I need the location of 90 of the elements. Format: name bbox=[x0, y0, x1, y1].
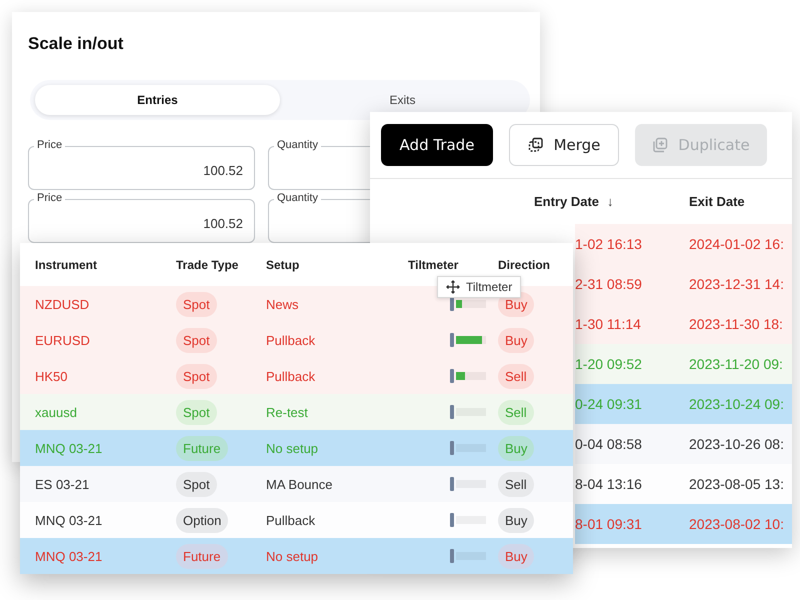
sort-arrow: ↓ bbox=[607, 194, 614, 209]
field-label: Quantity bbox=[274, 192, 321, 204]
table-cell-text: HK50 bbox=[35, 368, 69, 384]
table-row[interactable]: 1-30 11:14 2023-11-30 18: bbox=[575, 304, 792, 344]
direction-tag: Buy bbox=[498, 544, 534, 568]
table-cell-text: 2023-08-02 10: bbox=[689, 516, 785, 532]
column-header: Setup bbox=[266, 258, 300, 272]
table-row[interactable]: HK50 Spot Pullback Sell bbox=[20, 358, 573, 394]
table-row[interactable]: 2-31 08:59 2023-12-31 14: bbox=[575, 264, 792, 304]
add-trade-button[interactable]: Add Trade bbox=[381, 124, 493, 166]
table-cell-text: ES 03-21 bbox=[35, 476, 90, 492]
trade-type-tag: Spot bbox=[176, 364, 217, 388]
trade-type-tag: Spot bbox=[176, 292, 217, 316]
table-cell-text: 2-31 08:59 bbox=[575, 276, 643, 292]
move-icon bbox=[446, 280, 460, 294]
table-cell-text: No setup bbox=[266, 440, 320, 456]
column-header: Trade Type bbox=[176, 258, 240, 272]
table-cell-text: MA Bounce bbox=[266, 476, 334, 492]
trade-type-tag: Spot bbox=[176, 328, 217, 352]
field-label: Quantity bbox=[274, 139, 321, 151]
meter-base bbox=[450, 369, 454, 383]
table-cell-text: MNQ 03-21 bbox=[35, 548, 104, 564]
table-cell-text: 1-02 16:13 bbox=[575, 236, 643, 252]
table-cell-text: MNQ 03-21 bbox=[35, 512, 104, 528]
table-cell-text: Re-test bbox=[266, 404, 309, 420]
trade-type-tag: Spot bbox=[176, 472, 217, 496]
table-cell-text: Pullback bbox=[266, 512, 316, 528]
meter-base bbox=[450, 513, 454, 527]
card-title: Scale in/out bbox=[28, 34, 124, 55]
direction-tag: Buy bbox=[498, 436, 534, 460]
column-header[interactable]: Entry Date ↓ bbox=[534, 194, 689, 209]
trade-type-tag: Future bbox=[176, 436, 228, 460]
table-cell-text: No setup bbox=[266, 548, 320, 564]
meter-base bbox=[450, 441, 454, 455]
tab[interactable]: Entries bbox=[35, 85, 280, 115]
meter-base bbox=[450, 297, 454, 311]
table-cell-text: EURUSD bbox=[35, 332, 91, 348]
direction-tag: Buy bbox=[498, 328, 534, 352]
tab[interactable]: Exits bbox=[280, 85, 525, 115]
table-cell-text: Pullback bbox=[266, 332, 316, 348]
meter-base bbox=[450, 477, 454, 491]
table-cell-text: 1-20 09:52 bbox=[575, 356, 643, 372]
table-cell-text: xauusd bbox=[35, 404, 78, 420]
meter-base bbox=[450, 549, 454, 563]
table-cell-text: 0-04 08:58 bbox=[575, 436, 643, 452]
table-cell-text: NZDUSD bbox=[35, 296, 90, 312]
table-row[interactable]: ES 03-21 Spot MA Bounce Sell bbox=[20, 466, 573, 502]
field-label: Price bbox=[34, 192, 66, 204]
input-field[interactable]: Quantity bbox=[268, 191, 370, 243]
duplicate-icon bbox=[652, 137, 668, 153]
table-row[interactable]: 1-02 16:13 2024-01-02 16: bbox=[575, 224, 792, 264]
trade-type-tag: Future bbox=[176, 544, 228, 568]
table-row[interactable]: EURUSD Spot Pullback Buy bbox=[20, 322, 573, 358]
meter-base bbox=[450, 333, 454, 347]
table-cell-text: 8-01 09:31 bbox=[575, 516, 643, 532]
input-field[interactable]: Quantity bbox=[268, 138, 370, 190]
table-cell-text: 2023-10-26 08: bbox=[689, 436, 785, 452]
field-label: Price bbox=[34, 139, 66, 151]
trade-type-tag: Spot bbox=[176, 400, 217, 424]
table-cell-text: MNQ 03-21 bbox=[35, 440, 104, 456]
table-cell-text: 2023-11-30 18: bbox=[689, 316, 784, 332]
table-cell-text: 2023-08-05 13: bbox=[689, 476, 785, 492]
table-row[interactable]: 8-04 13:16 2023-08-05 13: bbox=[575, 464, 792, 504]
column-header[interactable]: Exit Date bbox=[689, 194, 792, 209]
input-field[interactable]: Price 100.52 bbox=[28, 191, 255, 243]
table-cell-text: 2023-12-31 14: bbox=[689, 276, 785, 292]
column-header: Direction bbox=[498, 258, 552, 272]
table-cell-text: 2024-01-02 16: bbox=[689, 236, 785, 252]
column-header: Tiltmeter bbox=[408, 258, 460, 272]
table-cell-text: Pullback bbox=[266, 368, 316, 384]
table-cell-text: News bbox=[266, 296, 300, 312]
table-cell-text: 8-04 13:16 bbox=[575, 476, 643, 492]
table-cell-text: 2023-10-24 09: bbox=[689, 396, 785, 412]
table-row[interactable]: 0-04 08:58 2023-10-26 08: bbox=[575, 424, 792, 464]
direction-tag: Sell bbox=[498, 400, 534, 424]
table-cell-text: 0-24 09:31 bbox=[575, 396, 643, 412]
trade-type-tag: Option bbox=[176, 508, 228, 532]
table-row[interactable]: MNQ 03-21 Option Pullback Buy bbox=[20, 502, 573, 538]
meter-base bbox=[450, 405, 454, 419]
table-cell-text: 1-30 11:14 bbox=[575, 316, 642, 332]
column-header: Instrument bbox=[35, 258, 98, 272]
merge-icon bbox=[528, 137, 544, 153]
field-value: 100.52 bbox=[203, 216, 243, 230]
direction-tag: Sell bbox=[498, 364, 534, 388]
direction-tag: Buy bbox=[498, 508, 534, 532]
field-value: 100.52 bbox=[203, 162, 243, 178]
merge-button[interactable]: Merge bbox=[509, 124, 619, 166]
direction-tag: Sell bbox=[498, 472, 534, 496]
table-cell-text: 2023-11-20 09: bbox=[689, 356, 784, 372]
input-field[interactable]: Price 100.52 bbox=[28, 138, 255, 190]
